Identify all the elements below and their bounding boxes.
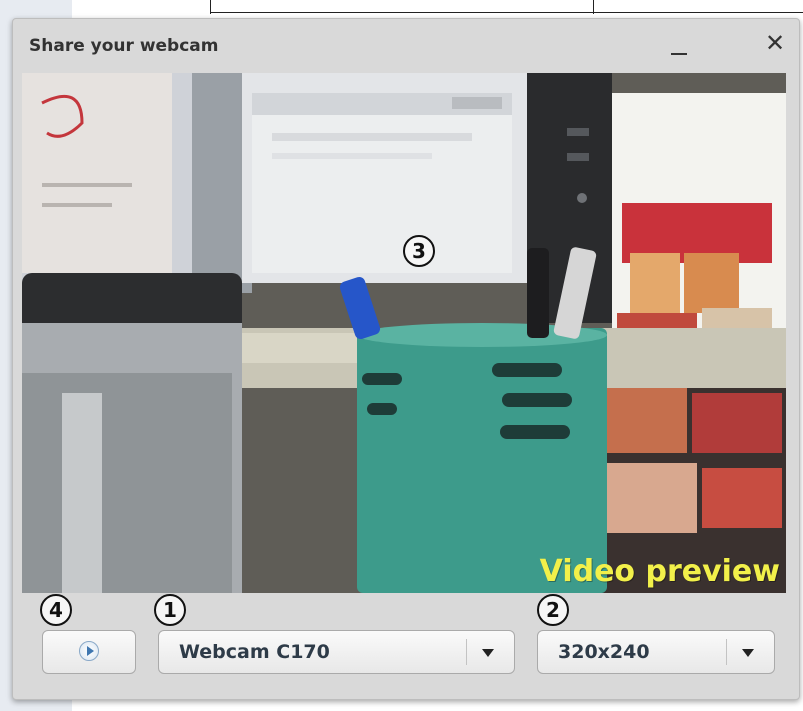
- background-rule: [210, 12, 803, 13]
- chevron-down-icon[interactable]: [742, 649, 754, 657]
- chevron-down-icon[interactable]: [482, 649, 494, 657]
- play-icon: [79, 641, 99, 661]
- select-divider: [466, 639, 467, 665]
- camera-select[interactable]: Webcam C170: [158, 630, 515, 674]
- callout-marker-camera: 1: [154, 594, 186, 626]
- camera-select-value: Webcam C170: [179, 641, 330, 663]
- resolution-select-value: 320x240: [558, 641, 650, 663]
- background-rule-tick: [210, 0, 211, 14]
- background-rule-tick: [593, 0, 594, 14]
- webcam-frame-illustration: [22, 73, 786, 593]
- callout-marker-preview: 3: [403, 235, 435, 267]
- webcam-share-dialog: Share your webcam ✕ Video preview 3 4 1 …: [12, 18, 800, 700]
- dialog-title: Share your webcam: [29, 36, 219, 56]
- minimize-icon[interactable]: [667, 31, 693, 59]
- close-icon[interactable]: ✕: [761, 29, 789, 57]
- select-divider: [726, 639, 727, 665]
- start-sharing-button[interactable]: [42, 630, 136, 674]
- callout-marker-start: 4: [40, 594, 72, 626]
- video-preview-label: Video preview: [539, 554, 780, 589]
- resolution-select[interactable]: 320x240: [537, 630, 775, 674]
- callout-marker-resolution: 2: [537, 594, 569, 626]
- video-preview: Video preview: [22, 73, 786, 593]
